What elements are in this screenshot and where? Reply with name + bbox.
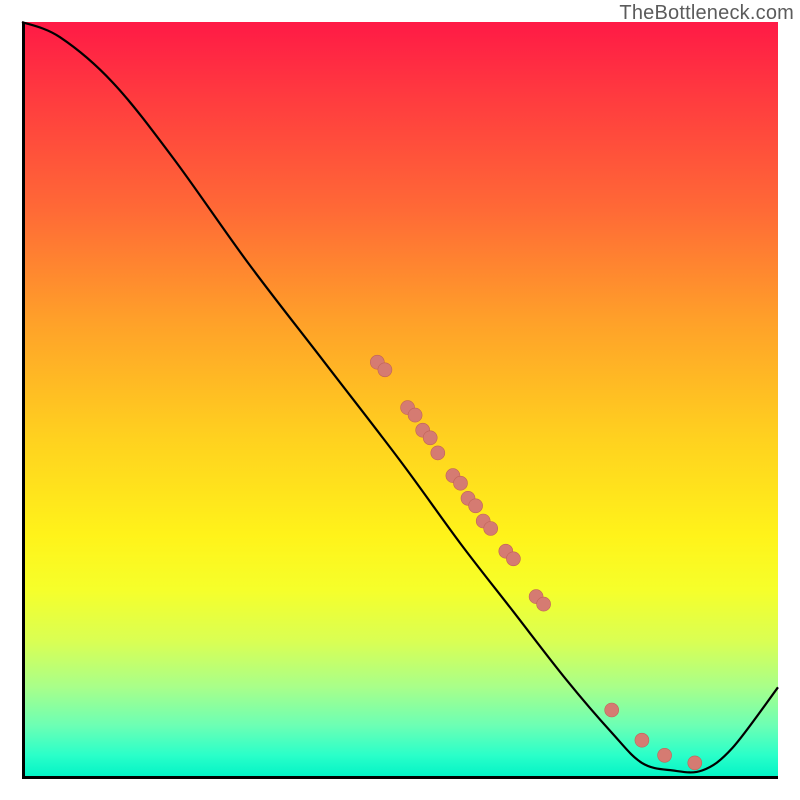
data-point <box>688 756 702 770</box>
data-point <box>408 408 422 422</box>
data-point <box>454 476 468 490</box>
data-point <box>635 733 649 747</box>
data-point <box>605 703 619 717</box>
data-point-group <box>370 355 702 770</box>
data-point <box>537 597 551 611</box>
data-point <box>431 446 445 460</box>
chart-frame: TheBottleneck.com <box>0 0 800 800</box>
chart-svg <box>22 22 778 778</box>
data-point <box>658 748 672 762</box>
bottleneck-curve <box>22 22 778 772</box>
data-point <box>423 431 437 445</box>
data-point <box>484 522 498 536</box>
watermark-label: TheBottleneck.com <box>619 2 794 25</box>
data-point <box>506 552 520 566</box>
data-point <box>469 499 483 513</box>
data-point <box>378 363 392 377</box>
